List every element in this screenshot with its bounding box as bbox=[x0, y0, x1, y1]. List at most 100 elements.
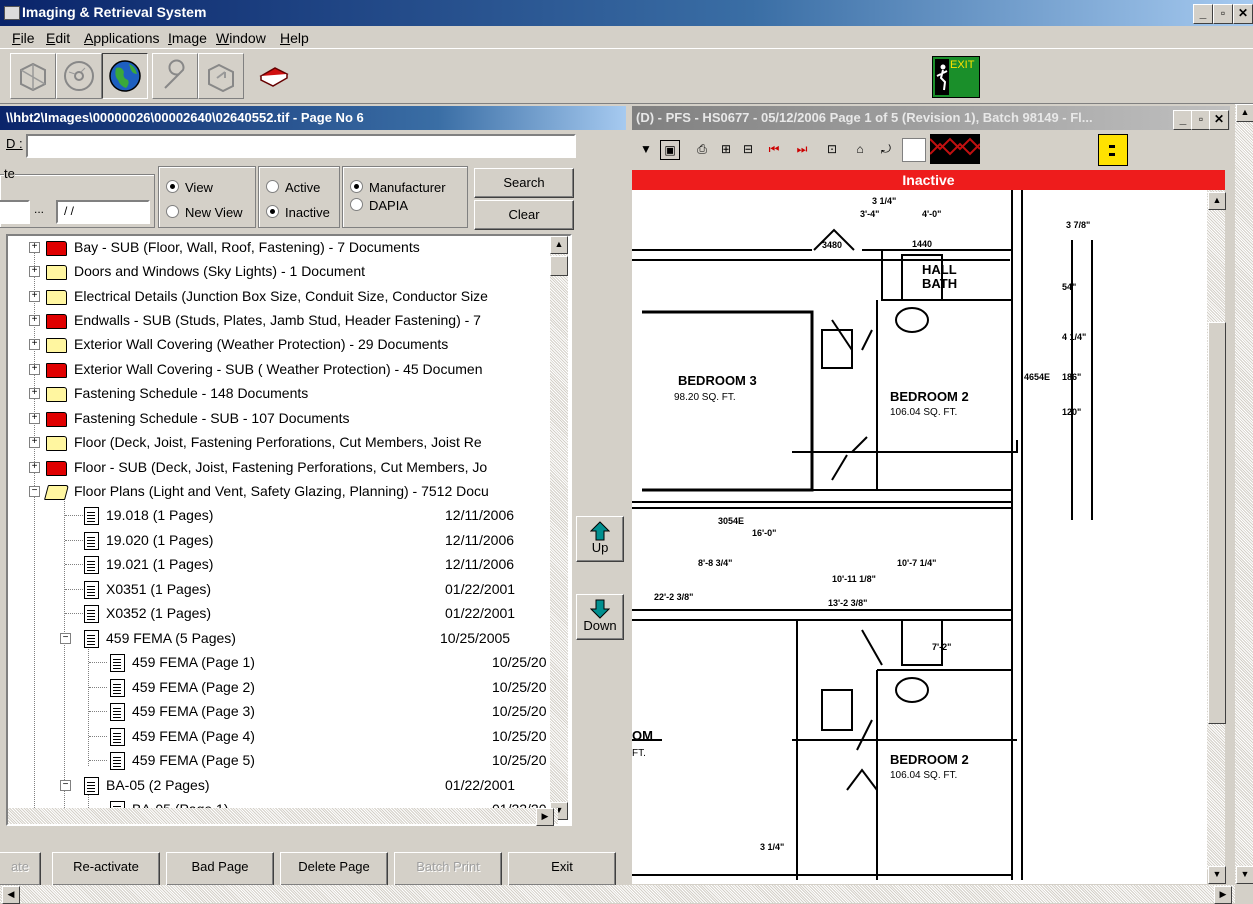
page-number-field[interactable] bbox=[902, 138, 926, 162]
tree-doc-row[interactable]: 459 FEMA (Page 1) 10/25/20 bbox=[8, 651, 568, 675]
tree-doc-row[interactable]: X0352 (1 Pages) 01/22/2001 bbox=[8, 602, 568, 626]
menu-image[interactable]: Image bbox=[168, 30, 207, 46]
date-to-input[interactable]: / / bbox=[56, 200, 150, 224]
down-button[interactable]: Down bbox=[576, 594, 624, 640]
pattern-swatch[interactable] bbox=[929, 134, 981, 164]
viewer-scroll-up-icon[interactable]: ▲ bbox=[1208, 192, 1226, 210]
rotate-icon[interactable]: ⤾ bbox=[876, 138, 896, 160]
up-button[interactable]: Up bbox=[576, 516, 624, 562]
main-vertical-scrollbar[interactable] bbox=[1235, 104, 1253, 884]
tree-folder-exterior-wall[interactable]: + Exterior Wall Covering (Weather Protect… bbox=[8, 333, 568, 357]
arrow-down-icon[interactable]: ▼ bbox=[636, 138, 656, 160]
tree-doc-row[interactable]: 459 FEMA (Page 2) 10/25/20 bbox=[8, 676, 568, 700]
tree-folder-bay-sub[interactable]: + Bay - SUB (Floor, Wall, Roof, Fastening… bbox=[8, 236, 568, 260]
scroll-up-arrow-icon[interactable]: ▲ bbox=[550, 236, 568, 254]
dim-label: 3 1/4" bbox=[872, 196, 896, 206]
viewer-close-button[interactable]: ✕ bbox=[1209, 110, 1229, 130]
scroll-right-arrow-icon[interactable]: ▶ bbox=[536, 808, 554, 826]
tree-doc-row[interactable]: 459 FEMA (Page 3) 10/25/20 bbox=[8, 700, 568, 724]
tree-doc-row[interactable]: 459 FEMA (Page 5) 10/25/20 bbox=[8, 749, 568, 773]
puzzle-button[interactable] bbox=[10, 53, 56, 99]
home-icon[interactable]: ⌂ bbox=[850, 138, 870, 160]
tree-folder-endwalls-sub[interactable]: + Endwalls - SUB (Studs, Plates, Jamb Stu… bbox=[8, 309, 568, 333]
bad-page-button[interactable]: Bad Page bbox=[166, 852, 274, 886]
radio-inactive[interactable]: Inactive bbox=[266, 205, 330, 220]
tree-doc-label: 459 FEMA (Page 5) bbox=[132, 752, 255, 768]
first-page-icon[interactable]: ⏮ bbox=[764, 138, 784, 160]
main-scroll-left-icon[interactable]: ◀ bbox=[2, 886, 20, 904]
tree-scroll-thumb[interactable] bbox=[550, 256, 568, 276]
tree-folder-electrical[interactable]: + Electrical Details (Junction Box Size, … bbox=[8, 285, 568, 309]
menu-help[interactable]: Help bbox=[280, 30, 309, 46]
delete-page-button[interactable]: Delete Page bbox=[280, 852, 388, 886]
document-icon bbox=[84, 556, 99, 574]
restore-button[interactable]: ▫ bbox=[1213, 4, 1233, 24]
tree-folder-floor-sub[interactable]: + Floor - SUB (Deck, Joist, Fastening Per… bbox=[8, 456, 568, 480]
tree-folder-fastening[interactable]: + Fastening Schedule - 148 Documents bbox=[8, 382, 568, 406]
tree-folder-label: Fastening Schedule - SUB - 107 Documents bbox=[74, 410, 350, 426]
menu-file[interactable]: File bbox=[12, 30, 35, 46]
last-page-icon[interactable]: ⏭ bbox=[792, 138, 812, 160]
main-scroll-right-icon[interactable]: ▶ bbox=[1214, 886, 1232, 904]
tree-vertical-scrollbar[interactable] bbox=[550, 236, 568, 804]
floor-plan-image[interactable]: BEDROOM 3 98.20 SQ. FT. BEDROOM 2 106.04… bbox=[632, 190, 1207, 884]
tree-doc-label: X0351 (1 Pages) bbox=[106, 581, 212, 597]
tree-folder-floor[interactable]: + Floor (Deck, Joist, Fastening Perforati… bbox=[8, 431, 568, 455]
clear-button[interactable]: Clear bbox=[474, 200, 574, 230]
tree-doc-row[interactable]: −459 FEMA (5 Pages) 10/25/2005 bbox=[8, 627, 568, 651]
folder-arrow-button[interactable] bbox=[198, 53, 244, 99]
book-button[interactable] bbox=[250, 53, 296, 99]
wrench-button[interactable] bbox=[152, 53, 198, 99]
menu-edit[interactable]: Edit bbox=[46, 30, 70, 46]
date-to-value: / / bbox=[64, 204, 75, 218]
tree-folder-doors-windows[interactable]: + Doors and Windows (Sky Lights) - 1 Docu… bbox=[8, 260, 568, 284]
document-tree[interactable]: + Bay - SUB (Floor, Wall, Roof, Fastening… bbox=[6, 234, 572, 826]
globe-button[interactable] bbox=[102, 53, 148, 99]
viewer-scroll-thumb[interactable] bbox=[1208, 322, 1226, 724]
menu-applications[interactable]: Applications bbox=[84, 30, 160, 46]
tree-doc-row[interactable]: X0351 (1 Pages) 01/22/2001 bbox=[8, 578, 568, 602]
close-button[interactable]: ✕ bbox=[1233, 4, 1253, 24]
tree-doc-row[interactable]: 19.018 (1 Pages) 12/11/2006 bbox=[8, 504, 568, 528]
cd-button[interactable] bbox=[56, 53, 102, 99]
radio-dapia[interactable]: DAPIA bbox=[350, 198, 408, 213]
tree-folder-floor-plans[interactable]: − Floor Plans (Light and Vent, Safety Gla… bbox=[8, 480, 568, 504]
note-button[interactable] bbox=[1098, 134, 1128, 166]
activate-button[interactable]: ate bbox=[0, 852, 41, 886]
minimize-button[interactable]: _ bbox=[1193, 4, 1213, 24]
exit-button[interactable]: Exit bbox=[508, 852, 616, 886]
radio-manufacturer[interactable]: Manufacturer bbox=[350, 180, 446, 195]
radio-new-view[interactable]: New View bbox=[166, 205, 243, 220]
tree-doc-row[interactable]: − BA-05 (2 Pages) 01/22/2001 bbox=[8, 774, 568, 798]
menu-window[interactable]: Window bbox=[216, 30, 266, 46]
tree-horizontal-scrollbar[interactable] bbox=[8, 808, 558, 824]
radio-active[interactable]: Active bbox=[266, 180, 320, 195]
tree-doc-row[interactable]: 459 FEMA (Page 4) 10/25/20 bbox=[8, 725, 568, 749]
down-arrow-icon bbox=[590, 599, 610, 619]
fit-page-icon[interactable]: ▣ bbox=[660, 140, 680, 160]
viewer-title-bar: (D) - PFS - HS0677 - 05/12/2006 Page 1 o… bbox=[632, 106, 1230, 130]
search-button[interactable]: Search bbox=[474, 168, 574, 198]
exit-sign-button[interactable]: EXIT bbox=[932, 56, 980, 98]
viewer-minimize-button[interactable]: _ bbox=[1173, 110, 1193, 130]
main-scroll-down-icon[interactable]: ▼ bbox=[1236, 866, 1253, 884]
window-icon[interactable]: ⊡ bbox=[822, 138, 842, 160]
group-icon[interactable]: ⊟ bbox=[738, 138, 758, 160]
main-scroll-up-icon[interactable]: ▲ bbox=[1236, 104, 1253, 122]
print-icon[interactable]: ⎙ bbox=[692, 138, 712, 160]
tree-folder-fastening-sub[interactable]: + Fastening Schedule - SUB - 107 Document… bbox=[8, 407, 568, 431]
tree-doc-row[interactable]: 19.020 (1 Pages) 12/11/2006 bbox=[8, 529, 568, 553]
tree-folder-exterior-wall-sub[interactable]: + Exterior Wall Covering - SUB ( Weather … bbox=[8, 358, 568, 382]
main-horizontal-scrollbar[interactable] bbox=[0, 885, 1235, 903]
viewer-restore-button[interactable]: ▫ bbox=[1191, 110, 1211, 130]
date-from-input[interactable] bbox=[0, 200, 30, 224]
dim-label: 7'-2" bbox=[932, 642, 951, 652]
id-input[interactable] bbox=[26, 134, 576, 158]
reactivate-button[interactable]: Re-activate bbox=[52, 852, 160, 886]
tree-doc-row[interactable]: 19.021 (1 Pages) 12/11/2006 bbox=[8, 553, 568, 577]
batch-print-button[interactable]: Batch Print bbox=[394, 852, 502, 886]
viewer-scroll-down-icon[interactable]: ▼ bbox=[1208, 866, 1226, 884]
radio-view[interactable]: View bbox=[166, 180, 213, 195]
tree-view-icon[interactable]: ⊞ bbox=[716, 138, 736, 160]
tree-doc-date: 12/11/2006 bbox=[445, 556, 515, 572]
